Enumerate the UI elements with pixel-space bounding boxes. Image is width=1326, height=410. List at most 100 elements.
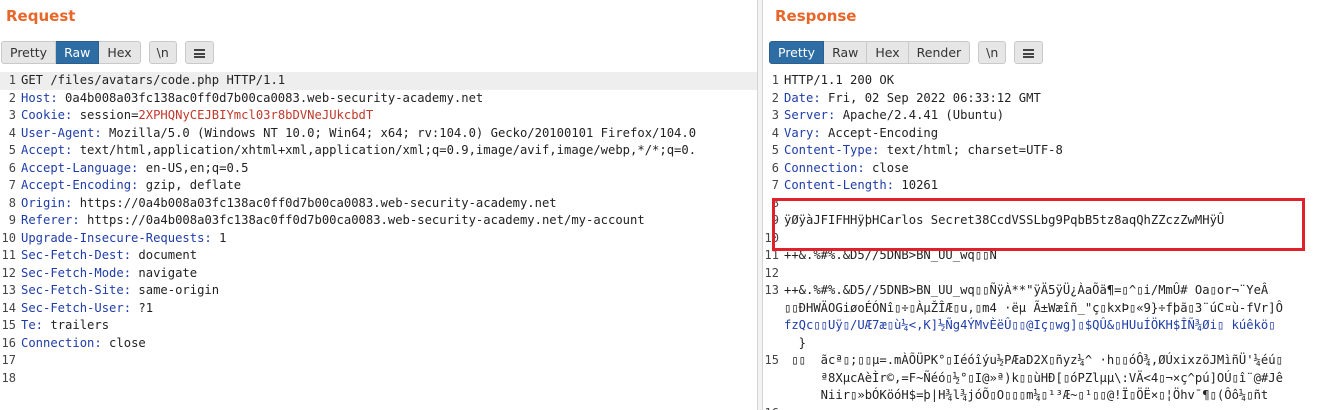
code-line: 7 Accept-Encoding: gzip, deflate (0, 177, 757, 195)
line-content: } (784, 335, 806, 353)
header-value: https://0a4b008a03fc138ac0ff0d7b00ca0083… (79, 213, 645, 227)
code-line: 8 (763, 195, 1326, 213)
header-value: ª8XµcAèÌr©,=F~Ñéó▯½°▯I@»ª)k▯▯ùHÐ[▯óPZlµµ… (784, 370, 1283, 385)
line-content: Accept-Encoding: gzip, deflate (21, 177, 241, 195)
header-value: gzip, deflate (138, 178, 242, 192)
line-content: Referer: https://0a4b008a03fc138ac0ff0d7… (21, 212, 645, 230)
code-line: fzQc▯▯Uÿ▯/UÆ7æ▯ù¼<,K]½Ñg4ÝMvÈëÛ▯▯@Iç▯wg]… (763, 317, 1326, 335)
code-line: 11 ++&.%#%.&D5//5DNB>BN_UU_wq▯▯N (763, 247, 1326, 265)
code-line: ▯▯ÐHWÄOGiøoÉÓNî▯÷▯ÀµŽÎÆ▯u,▯m4 ·ëµ Ã±Wæîñ… (763, 300, 1326, 318)
header-value: trailers (43, 318, 110, 332)
code-line: 3 Server: Apache/2.4.41 (Ubuntu) (763, 107, 1326, 125)
header-value: Mozilla/5.0 (Windows NT 10.0; Win64; x64… (101, 125, 697, 140)
code-line: 5 Content-Type: text/html; charset=UTF-8 (763, 142, 1326, 160)
code-line: 1 GET /files/avatars/code.php HTTP/1.1 (0, 72, 757, 90)
code-line: 11 Sec-Fetch-Dest: document (0, 247, 757, 265)
code-line: 7 Content-Length: 10261 (763, 177, 1326, 195)
code-line: 2 Date: Fri, 02 Sep 2022 06:33:12 GMT (763, 90, 1326, 108)
header-value: ++&.%#%.&D5//5DNB>BN_UU_wq▯▯ÑÿÀ**"ÿÄ5ÿÜ¿… (784, 283, 1269, 297)
header-name: Host: (21, 90, 58, 105)
line-number: 10 (764, 230, 779, 245)
line-number: 8 (771, 195, 779, 210)
line-number: 12 (764, 265, 779, 280)
line-number: 9 (771, 213, 779, 227)
code-line: 18 (0, 370, 757, 388)
line-content: Accept: text/html,application/xhtml+xml,… (21, 142, 696, 160)
line-number: 14 (1, 300, 16, 315)
code-line: Niir▯»bÓKöóH$=þ|H¾l¾jóÕ▯O▯▯▯m¼▯¹³Æ~▯¹▯▯@… (763, 387, 1326, 405)
line-number: 1 (8, 73, 16, 87)
header-value: close (864, 160, 909, 175)
code-line: 5 Accept: text/html,application/xhtml+xml… (0, 142, 757, 160)
response-raw-tab[interactable]: Raw (824, 41, 868, 64)
request-editor[interactable]: 1 GET /files/avatars/code.php HTTP/1.1 2 Ho… (0, 72, 757, 410)
header-value: navigate (131, 265, 198, 280)
response-newline-toggle[interactable]: \n (978, 41, 1007, 64)
line-content: HTTP/1.1 200 OK (784, 72, 894, 90)
header-value: en-US,en;q=0.5 (138, 160, 249, 175)
line-number: 8 (8, 195, 16, 210)
line-number: 9 (8, 213, 16, 227)
code-line: 4 Vary: Accept-Encoding (763, 125, 1326, 143)
request-hex-tab[interactable]: Hex (99, 41, 141, 64)
line-content: Te: trailers (21, 317, 109, 335)
line-number: 2 (8, 90, 16, 105)
header-name: Date: (784, 90, 821, 105)
code-line: 4 User-Agent: Mozilla/5.0 (Windows NT 10.… (0, 125, 757, 143)
response-render-tab[interactable]: Render (908, 41, 971, 64)
code-line: 9 ÿØÿàJFIFHHÿþHCarlos Secret38CcdVSSLbg9P… (763, 212, 1326, 230)
response-pretty-tab[interactable]: Pretty (769, 41, 825, 64)
header-name: Content-Type: (784, 143, 880, 157)
header-name: Server: (784, 108, 836, 122)
header-name: Accept-Language: (21, 160, 139, 175)
header-value: 10261 (894, 178, 939, 192)
code-line: 12 Sec-Fetch-Mode: navigate (0, 265, 757, 283)
line-content: Sec-Fetch-Dest: document (21, 247, 197, 265)
code-line: 3 Cookie: session=2XPHQNyCEJBIYmcl03r8bDV… (0, 107, 757, 125)
line-content: ÿØÿàJFIFHHÿþHCarlos Secret38CcdVSSLbg9Pq… (784, 212, 1224, 230)
line-number: 3 (8, 108, 16, 122)
response-editor[interactable]: 1 HTTP/1.1 200 OK 2 Date: Fri, 02 Sep 2022 … (763, 72, 1326, 410)
code-line: 17 (0, 352, 757, 370)
line-content: Server: Apache/2.4.41 (Ubuntu) (784, 107, 1004, 125)
request-pretty-tab[interactable]: Pretty (1, 41, 57, 64)
code-line: 13 Sec-Fetch-Site: same-origin (0, 282, 757, 300)
line-content: Date: Fri, 02 Sep 2022 06:33:12 GMT (784, 90, 1041, 108)
line-number: 15 (1, 318, 16, 332)
line-content: Niir▯»bÓKöóH$=þ|H¾l¾jóÕ▯O▯▯▯m¼▯¹³Æ~▯¹▯▯@… (784, 387, 1269, 405)
request-menu-button[interactable] (184, 41, 214, 64)
code-line: 10 Upgrade-Insecure-Requests: 1 (0, 230, 757, 248)
header-value: Accept-Encoding (820, 125, 939, 140)
line-content: ++&.%#%.&D5//5DNB>BN_UU_wq▯▯ÑÿÀ**"ÿÄ5ÿÜ¿… (784, 282, 1268, 300)
line-number: 3 (771, 108, 779, 122)
header-value: ÿØÿàJFIFHHÿþHCarlos Secret38CcdVSSLbg9Pq… (784, 213, 1225, 227)
line-number: 13 (1, 283, 16, 297)
line-content: Vary: Accept-Encoding (784, 125, 938, 143)
request-raw-tab[interactable]: Raw (56, 41, 100, 64)
code-line: 14 Sec-Fetch-User: ?1 (0, 300, 757, 318)
header-name: Referer: (21, 213, 80, 227)
header-value: document (131, 248, 198, 262)
response-pane: Response Pretty Raw Hex Render \n 1 HTTP/… (763, 0, 1326, 410)
line-content: Cookie: session=2XPHQNyCEJBIYmcl03r8bDVN… (21, 107, 373, 125)
code-line: 16 (763, 405, 1326, 410)
request-title: Request (6, 7, 76, 25)
line-number: 11 (764, 248, 779, 262)
line-content: Sec-Fetch-User: ?1 (21, 300, 153, 318)
code-line: 2 Host: 0a4b008a03fc138ac0ff0d7b00ca0083.… (0, 90, 757, 108)
code-line: 15 ▯▯ ãcª▯;▯▯µ=.mÀÕÜPK°▯Iéóîýu½PÆaD2X▯ñy… (763, 352, 1326, 370)
response-title: Response (775, 7, 857, 25)
response-menu-button[interactable] (1014, 41, 1044, 64)
request-newline-toggle[interactable]: \n (148, 41, 177, 64)
response-hex-tab[interactable]: Hex (867, 41, 909, 64)
header-value: } (784, 335, 807, 350)
header-name: User-Agent: (21, 125, 102, 140)
header-name: Sec-Fetch-User: (21, 300, 132, 315)
header-value: ▯▯ ãcª▯;▯▯µ=.mÀÕÜPK°▯Iéóîýu½PÆaD2X▯ñyz¼^… (784, 353, 1283, 367)
code-line: 16 Connection: close (0, 335, 757, 353)
header-name: Sec-Fetch-Site: (21, 283, 132, 297)
code-line: 6 Accept-Language: en-US,en;q=0.5 (0, 160, 757, 178)
line-number: 16 (763, 405, 779, 410)
line-number: 18 (1, 370, 16, 385)
header-name: Origin: (21, 195, 73, 210)
